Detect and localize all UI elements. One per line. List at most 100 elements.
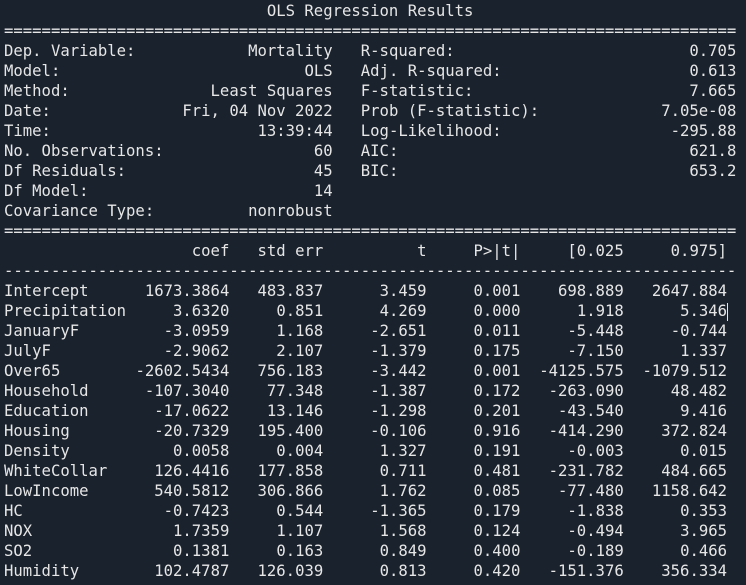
text-cursor bbox=[727, 302, 729, 321]
column-header: P>|t| bbox=[473, 242, 521, 260]
table-cell: 484.665 bbox=[661, 462, 727, 480]
table-cell: -43.540 bbox=[558, 402, 624, 420]
column-header: coef bbox=[191, 242, 230, 260]
info-value: 60 bbox=[313, 142, 333, 160]
variable-name: Over65 bbox=[4, 362, 61, 380]
variable-name: WhiteCollar bbox=[4, 462, 108, 480]
table-cell: 3.965 bbox=[680, 522, 728, 540]
table-cell: 0.015 bbox=[680, 442, 728, 460]
info-label: Time: bbox=[4, 122, 51, 140]
table-cell: 177.858 bbox=[257, 462, 324, 480]
variable-name: Density bbox=[4, 442, 70, 460]
table-cell: -1.838 bbox=[567, 502, 624, 520]
table-row: Household -107.3040 77.348 -1.387 0.172 … bbox=[4, 381, 736, 401]
variable-name: NOX bbox=[4, 522, 33, 540]
table-cell: 0.163 bbox=[276, 542, 324, 560]
table-row: Education -17.0622 13.146 -1.298 0.201 -… bbox=[4, 401, 736, 421]
table-cell: 0.851 bbox=[276, 302, 324, 320]
info-label: Df Residuals: bbox=[4, 162, 127, 180]
table-cell: 0.175 bbox=[473, 342, 521, 360]
info-label: No. Observations: bbox=[4, 142, 164, 160]
table-cell: 0.011 bbox=[473, 322, 521, 340]
table-cell: 0.0058 bbox=[173, 442, 230, 460]
variable-name: HC bbox=[4, 502, 23, 520]
table-cell: 1.327 bbox=[379, 442, 427, 460]
model-info-row: Covariance Type: nonrobust bbox=[4, 201, 736, 221]
table-cell: 372.824 bbox=[661, 422, 727, 440]
table-cell: 3.6320 bbox=[173, 302, 230, 320]
model-info-row: No. Observations: 60 AIC: 621.8 bbox=[4, 141, 736, 161]
variable-name: SO2 bbox=[4, 542, 33, 560]
table-cell: 0.001 bbox=[473, 362, 521, 380]
info-label: Dep. Variable: bbox=[4, 42, 136, 60]
table-cell: 5.346 bbox=[680, 302, 728, 320]
variable-name: Precipitation bbox=[4, 302, 127, 320]
table-cell: 13.146 bbox=[266, 402, 324, 420]
table-row: Housing -20.7329 195.400 -0.106 0.916 -4… bbox=[4, 421, 736, 441]
table-cell: 0.1381 bbox=[173, 542, 230, 560]
model-info-row: Df Model: 14 bbox=[4, 181, 736, 201]
variable-name: Intercept bbox=[4, 282, 89, 300]
double-rule: ========================================… bbox=[4, 222, 737, 240]
info-label: Df Model: bbox=[4, 182, 89, 200]
table-row: WhiteCollar 126.4416 177.858 0.711 0.481… bbox=[4, 461, 736, 481]
info-label: Date: bbox=[4, 102, 51, 120]
table-row: JanuaryF -3.0959 1.168 -2.651 0.011 -5.4… bbox=[4, 321, 736, 341]
table-cell: 0.124 bbox=[473, 522, 521, 540]
table-row: Precipitation 3.6320 0.851 4.269 0.000 1… bbox=[4, 301, 736, 321]
table-cell: -2602.5434 bbox=[135, 362, 230, 380]
model-info-row: Time: 13:39:44 Log-Likelihood: -295.88 bbox=[4, 121, 736, 141]
table-row: NOX 1.7359 1.107 1.568 0.124 -0.494 3.96… bbox=[4, 521, 736, 541]
model-info-row: Dep. Variable: Mortality R-squared: 0.70… bbox=[4, 41, 736, 61]
stat-value: 0.705 bbox=[689, 42, 737, 60]
table-cell: 698.889 bbox=[558, 282, 624, 300]
terminal-output: OLS Regression Results =================… bbox=[4, 1, 736, 581]
table-cell: 0.420 bbox=[473, 562, 521, 580]
table-cell: 756.183 bbox=[257, 362, 324, 380]
variable-name: LowIncome bbox=[4, 482, 89, 500]
table-row: JulyF -2.9062 2.107 -1.379 0.175 -7.150 … bbox=[4, 341, 736, 361]
info-value: 13:39:44 bbox=[257, 122, 333, 140]
table-cell: 195.400 bbox=[257, 422, 324, 440]
table-cell: 2.107 bbox=[276, 342, 324, 360]
coef-table-header: coef std err t P>|t| [0.025 0.975] bbox=[4, 241, 736, 261]
table-cell: -1.387 bbox=[370, 382, 427, 400]
double-rule: ========================================… bbox=[4, 22, 737, 40]
table-cell: 1.568 bbox=[379, 522, 427, 540]
table-cell: 0.481 bbox=[473, 462, 521, 480]
column-header: t bbox=[417, 242, 427, 260]
table-cell: -0.744 bbox=[670, 322, 728, 340]
variable-name: Education bbox=[4, 402, 89, 420]
model-info-row: Model: OLS Adj. R-squared: 0.613 bbox=[4, 61, 736, 81]
variable-name: Housing bbox=[4, 422, 70, 440]
table-cell: 0.201 bbox=[473, 402, 521, 420]
table-cell: 356.334 bbox=[661, 562, 727, 580]
table-cell: -2.651 bbox=[370, 322, 427, 340]
info-value: Fri, 04 Nov 2022 bbox=[182, 102, 333, 120]
variable-name: Household bbox=[4, 382, 89, 400]
table-cell: 0.191 bbox=[473, 442, 521, 460]
table-row: Density 0.0058 0.004 1.327 0.191 -0.003 … bbox=[4, 441, 736, 461]
stat-label: Log-Likelihood: bbox=[360, 122, 502, 140]
info-label: Covariance Type: bbox=[4, 202, 155, 220]
table-cell: -231.782 bbox=[548, 462, 624, 480]
info-value: 45 bbox=[313, 162, 333, 180]
table-cell: 48.482 bbox=[670, 382, 728, 400]
table-cell: 0.916 bbox=[473, 422, 521, 440]
info-value: OLS bbox=[304, 62, 333, 80]
table-cell: 1158.642 bbox=[651, 482, 727, 500]
table-row: SO2 0.1381 0.163 0.849 0.400 -0.189 0.46… bbox=[4, 541, 736, 561]
stat-value: 7.05e-08 bbox=[661, 102, 737, 120]
table-cell: 1673.3864 bbox=[144, 282, 230, 300]
table-cell: 1.762 bbox=[379, 482, 427, 500]
table-cell: 0.400 bbox=[473, 542, 521, 560]
table-cell: -1.298 bbox=[370, 402, 427, 420]
model-info-block: Dep. Variable: Mortality R-squared: 0.70… bbox=[4, 41, 736, 221]
stat-value: -295.88 bbox=[670, 122, 737, 140]
coef-table-body: Intercept 1673.3864 483.837 3.459 0.001 … bbox=[4, 281, 736, 581]
table-cell: 0.085 bbox=[473, 482, 521, 500]
model-info-row: Df Residuals: 45 BIC: 653.2 bbox=[4, 161, 736, 181]
table-cell: -0.003 bbox=[567, 442, 624, 460]
table-cell: 4.269 bbox=[379, 302, 427, 320]
stat-label: Adj. R-squared: bbox=[360, 62, 502, 80]
